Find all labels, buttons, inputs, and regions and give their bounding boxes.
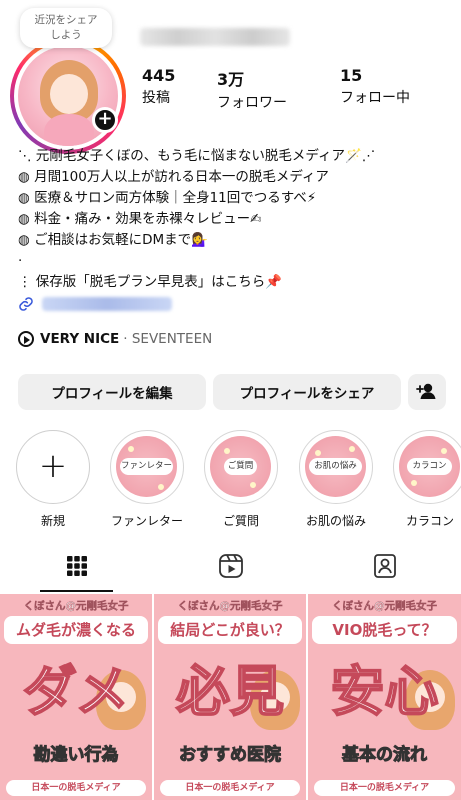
flower-icon (441, 448, 447, 454)
flower-icon (158, 484, 164, 490)
tagged-icon (373, 554, 396, 578)
flower-icon (224, 448, 230, 454)
profile-bio: ⋱ 元剛毛女子くぼの、もう毛に悩まない脱毛メディア🪄⋰ ◍ 月間100万人以上が… (18, 146, 448, 293)
flower-icon (128, 446, 134, 452)
highlight-label: ファンレター (110, 514, 183, 528)
highlight-cover: お肌の悩み (305, 436, 366, 497)
post-subtitle: 勘違い行為 (33, 745, 119, 766)
post-thumbnail[interactable]: くぼさん@元剛毛女子 ムダ毛が濃くなる ダメ 勘違い行為 日本一の脱毛メディア (0, 594, 152, 800)
bio-line: ◍ 料金・痛み・効果を赤裸々レビュー✍ (18, 211, 262, 227)
stat-followers[interactable]: 3万 フォロワー (217, 66, 287, 112)
active-tab-indicator (40, 590, 113, 592)
post-big-text: ダメ (22, 659, 130, 724)
username-blurred (140, 28, 290, 46)
post-header: くぼさん@元剛毛女子 (177, 600, 283, 612)
bio-line: · (18, 253, 23, 269)
profile-tabs (0, 540, 461, 592)
highlight-label: お肌の悩み (305, 514, 366, 528)
flower-icon (349, 446, 355, 452)
add-story-plus-icon[interactable]: + (92, 107, 118, 133)
bio-line: ◍ 医療＆サロン両方体験｜全身11回でつるすべ⚡ (18, 190, 317, 206)
following-label: フォロー中 (340, 90, 410, 106)
post-subtitle: おすすめ医院 (179, 745, 282, 766)
bio-line: ◍ ご相談はお気軽にDMまで💁‍♀️ (18, 232, 208, 248)
post-question: 結局どこが良い？ (158, 616, 302, 644)
highlight-ring: お肌の悩み (299, 430, 373, 504)
post-question: VIO脱毛って？ (312, 616, 457, 644)
post-subtitle: 基本の流れ (342, 745, 428, 766)
avatar-body (44, 114, 94, 146)
highlight-fanletter[interactable]: ファンレター ファンレター (109, 430, 185, 529)
post-question: ムダ毛が濃くなる (4, 616, 148, 644)
highlight-questions[interactable]: ご質問 ご質問 (203, 430, 279, 529)
post-big-text: 必見 (175, 659, 285, 724)
post-header: くぼさん@元剛毛女子 (332, 600, 437, 612)
bio-line: ◍ 月間100万人以上が訪れる日本一の脱毛メディア (18, 169, 329, 185)
post-footer: 日本一の脱毛メディア (160, 780, 300, 796)
highlight-colorcon[interactable]: カラコン カラコン (392, 430, 461, 529)
highlight-ring: カラコン (393, 430, 461, 504)
highlight-cover-text: ご質問 (224, 458, 257, 475)
highlight-cover: ファンレター (116, 436, 177, 497)
stat-posts[interactable]: 445 投稿 (142, 66, 175, 107)
tab-tagged[interactable] (308, 540, 461, 592)
note-bubble[interactable]: 近況をシェア しよう (20, 8, 112, 48)
post-footer: 日本一の脱毛メディア (314, 780, 455, 796)
highlight-cover: カラコン (399, 436, 460, 497)
flower-icon (315, 450, 321, 456)
following-count: 15 (340, 66, 363, 85)
highlight-label: 新規 (40, 514, 65, 528)
posts-count: 445 (142, 66, 176, 85)
play-icon (18, 331, 34, 347)
post-thumbnail[interactable]: くぼさん@元剛毛女子 VIO脱毛って？ 安心 基本の流れ 日本一の脱毛メディア (308, 594, 461, 800)
followers-label: フォロワー (217, 95, 287, 111)
stat-following[interactable]: 15 フォロー中 (340, 66, 410, 107)
followers-count: 3万 (217, 70, 245, 89)
highlight-label: カラコン (405, 514, 454, 528)
edit-profile-button[interactable]: プロフィールを編集 (18, 374, 206, 410)
tab-reels[interactable] (154, 540, 307, 592)
highlight-ring: + (16, 430, 90, 504)
highlight-ring: ファンレター (110, 430, 184, 504)
share-profile-button[interactable]: プロフィールをシェア (213, 374, 401, 410)
post-big-text: 安心 (330, 659, 440, 724)
highlight-cover-text: お肌の悩み (309, 458, 362, 475)
post-header: くぼさん@元剛毛女子 (23, 600, 129, 612)
reels-icon (218, 554, 243, 578)
avatar-face (50, 74, 88, 114)
highlight-skin[interactable]: お肌の悩み お肌の悩み (298, 430, 374, 529)
bio-line: ⋱ 元剛毛女子くぼの、もう毛に悩まない脱毛メディア🪄⋰ (18, 148, 376, 164)
flower-icon (411, 480, 417, 486)
highlight-ring: ご質問 (204, 430, 278, 504)
post-thumbnail[interactable]: くぼさん@元剛毛女子 結局どこが良い？ 必見 おすすめ医院 日本一の脱毛メディア (154, 594, 306, 800)
grid-icon (66, 556, 87, 576)
avatar-ring-gap (14, 42, 122, 150)
highlight-label: ご質問 (222, 514, 259, 528)
bio-line: ⋮ 保存版「脱毛プラン早見表」はこちら📌 (18, 274, 283, 290)
music-song: VERY NICE (40, 331, 120, 347)
highlight-cover-text: ファンレター (120, 458, 173, 475)
highlight-cover-text: カラコン (407, 458, 452, 475)
tab-posts-grid[interactable] (0, 540, 153, 592)
post-footer: 日本一の脱毛メディア (6, 780, 146, 796)
profile-avatar-ring[interactable] (10, 38, 126, 154)
bio-link[interactable] (18, 296, 172, 312)
plus-icon: + (38, 446, 68, 486)
link-icon (19, 297, 33, 311)
flower-icon (250, 482, 256, 488)
discover-people-button[interactable] (408, 374, 446, 410)
posts-label: 投稿 (142, 90, 170, 106)
music-artist: · SEVENTEEN (123, 331, 213, 347)
highlight-new[interactable]: + 新規 (15, 430, 91, 529)
profile-music[interactable]: VERY NICE · SEVENTEEN (18, 331, 212, 347)
link-url-blurred (42, 297, 172, 311)
add-person-icon (416, 383, 436, 399)
highlight-cover: ご質問 (210, 436, 271, 497)
